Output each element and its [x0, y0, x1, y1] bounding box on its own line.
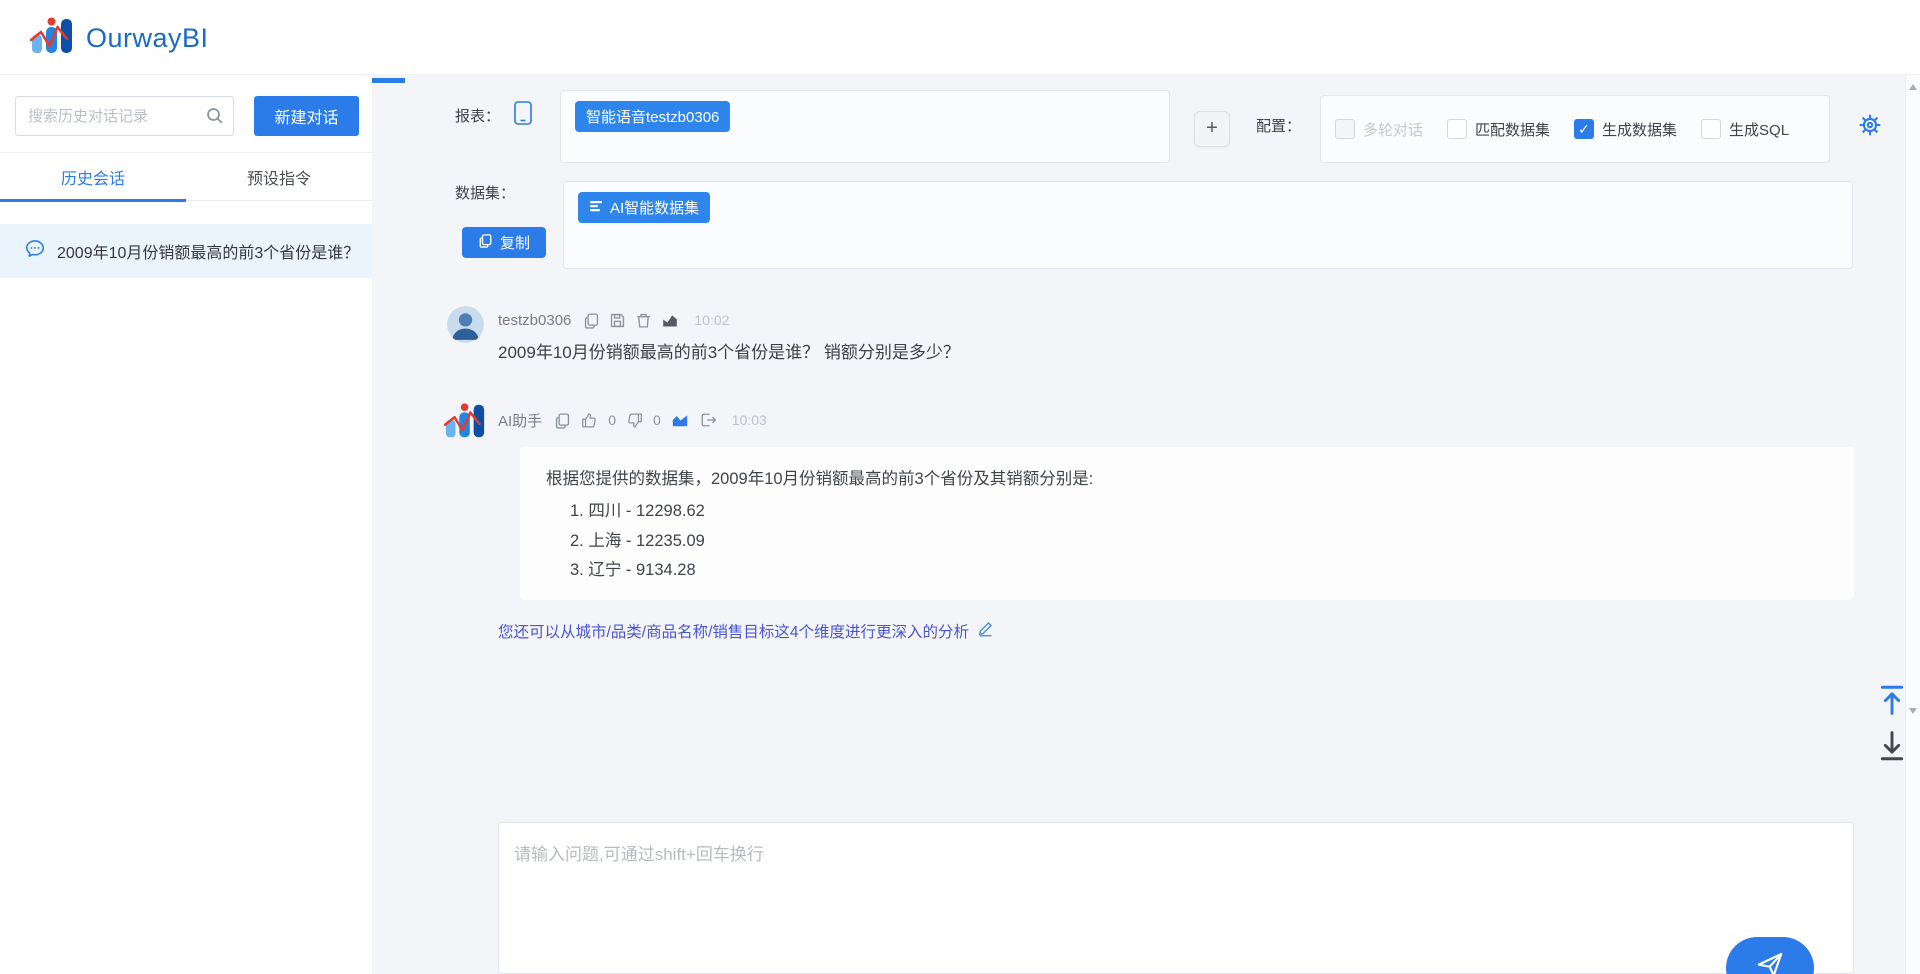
add-button[interactable]: + — [1194, 111, 1230, 147]
brand-logo: OurwayBI — [29, 14, 209, 63]
scrollbar-up-arrow[interactable] — [1909, 84, 1917, 90]
user-avatar — [447, 306, 484, 343]
tab-history[interactable]: 历史会话 — [0, 153, 186, 202]
delete-icon[interactable] — [635, 312, 652, 329]
copy-message-icon[interactable] — [554, 412, 571, 429]
export-icon[interactable] — [699, 411, 717, 429]
checkbox-multi-turn-box[interactable] — [1335, 119, 1355, 139]
dislikes-count: 0 — [652, 412, 661, 428]
checkbox-generate-sql[interactable]: 生成SQL — [1701, 119, 1789, 140]
send-button[interactable] — [1726, 937, 1814, 974]
config-box: 多轮对话 匹配数据集 生成数据集 生成SQL — [1320, 95, 1830, 163]
ai-message-intro: 根据您提供的数据集，2009年10月份销额最高的前3个省份及其销额分别是: — [546, 470, 1094, 488]
thumb-down-icon[interactable] — [625, 411, 644, 430]
top-bar: OurwayBI — [0, 0, 1920, 75]
search-icon[interactable] — [205, 106, 225, 131]
checkbox-match-dataset-box[interactable] — [1447, 119, 1468, 139]
checkbox-generate-sql-box[interactable] — [1701, 119, 1722, 139]
thumb-up-icon[interactable] — [580, 411, 599, 430]
ai-message-list: 1. 四川 - 12298.62 2. 上海 - 12235.09 3. 辽宁 … — [570, 497, 705, 586]
report-tag[interactable]: 智能语音testzb0306 — [575, 101, 731, 132]
dataset-tag-label: AI智能数据集 — [610, 200, 700, 217]
dataset-label: 数据集： — [455, 185, 516, 202]
list-item: 2. 上海 - 12235.09 — [570, 531, 705, 550]
search-input[interactable] — [15, 96, 234, 136]
ai-message-header: AI助手 0 0 10:03 — [498, 409, 767, 431]
sidebar: 新建对话 历史会话 预设指令 2009年10月份销额最高的前3个省份是谁？销额分… — [0, 75, 372, 974]
copy-icon — [478, 233, 493, 252]
checkbox-generate-dataset-label: 生成数据集 — [1602, 121, 1678, 139]
chart-blue-icon[interactable] — [670, 411, 690, 429]
history-list-item[interactable]: 2009年10月份销额最高的前3个省份是谁？销额分别是多少？ — [0, 224, 372, 278]
list-item: 3. 辽宁 - 9134.28 — [570, 561, 696, 579]
config-label: 配置： — [1256, 118, 1302, 135]
history-item-label: 2009年10月份销额最高的前3个省份是谁？销额分别是多少？ — [57, 245, 357, 262]
report-box: 智能语音testzb0306 — [560, 90, 1170, 163]
checkbox-generate-dataset-box[interactable] — [1574, 119, 1595, 139]
new-chat-button[interactable]: 新建对话 — [254, 96, 359, 136]
chart-icon[interactable] — [661, 312, 679, 329]
ai-message-card: 根据您提供的数据集，2009年10月份销额最高的前3个省份及其销额分别是: 1.… — [520, 447, 1854, 600]
user-message-text: 2009年10月份销额最高的前3个省份是谁？ 销额分别是多少？ — [498, 343, 960, 362]
copy-message-icon[interactable] — [583, 312, 600, 329]
copy-button[interactable]: 复制 — [462, 227, 546, 258]
ai-message-time: 10:03 — [731, 412, 767, 428]
dataset-tag[interactable]: AI智能数据集 — [578, 192, 711, 223]
ai-message-author: AI助手 — [498, 412, 543, 430]
suggestion-text: 您还可以从城市/品类/商品名称/销售目标这4个维度进行更深入的分析 — [498, 624, 970, 641]
user-message-time: 10:02 — [694, 312, 730, 328]
send-icon — [1755, 949, 1785, 974]
report-tag-label: 智能语音testzb0306 — [586, 109, 720, 126]
list-item: 1. 四川 - 12298.62 — [570, 502, 705, 520]
checkbox-generate-sql-label: 生成SQL — [1729, 121, 1790, 139]
likes-count: 0 — [608, 412, 616, 428]
scrollbar-down-arrow[interactable] — [1909, 708, 1917, 714]
ai-avatar — [444, 400, 488, 442]
tab-preset-commands[interactable]: 预设指令 — [186, 153, 372, 200]
checkbox-generate-dataset[interactable]: 生成数据集 — [1574, 119, 1677, 140]
sidebar-tabs: 历史会话 预设指令 — [0, 152, 372, 202]
checkbox-match-dataset[interactable]: 匹配数据集 — [1447, 119, 1550, 140]
tablet-icon[interactable] — [513, 100, 533, 131]
question-input-card — [498, 822, 1854, 974]
checkbox-match-dataset-label: 匹配数据集 — [1475, 121, 1551, 139]
report-label: 报表： — [455, 108, 501, 125]
edit-icon[interactable] — [977, 620, 994, 642]
suggestion-link[interactable]: 您还可以从城市/品类/商品名称/销售目标这4个维度进行更深入的分析 — [498, 620, 994, 642]
checkbox-multi-turn[interactable]: 多轮对话 — [1335, 119, 1423, 140]
dataset-box: AI智能数据集 — [563, 181, 1853, 269]
user-message-header: testzb0306 10:02 — [498, 309, 729, 331]
gear-icon[interactable] — [1857, 112, 1883, 143]
chat-bubble-icon — [24, 238, 46, 265]
copy-button-label: 复制 — [499, 235, 530, 252]
vertical-scrollbar[interactable] — [1905, 75, 1920, 974]
logo-mark-icon — [29, 14, 76, 63]
brand-name: OurwayBI — [86, 23, 209, 53]
main-panel: 报表： 智能语音testzb0306 + 配置： 多轮对话 匹配数据集 生成数据… — [372, 75, 1905, 974]
user-message-author: testzb0306 — [498, 311, 572, 329]
checkbox-multi-turn-label: 多轮对话 — [1363, 121, 1424, 139]
question-input[interactable] — [499, 823, 1853, 973]
accent-bar — [372, 78, 405, 83]
dataset-icon — [589, 199, 603, 217]
save-icon[interactable] — [609, 312, 626, 329]
